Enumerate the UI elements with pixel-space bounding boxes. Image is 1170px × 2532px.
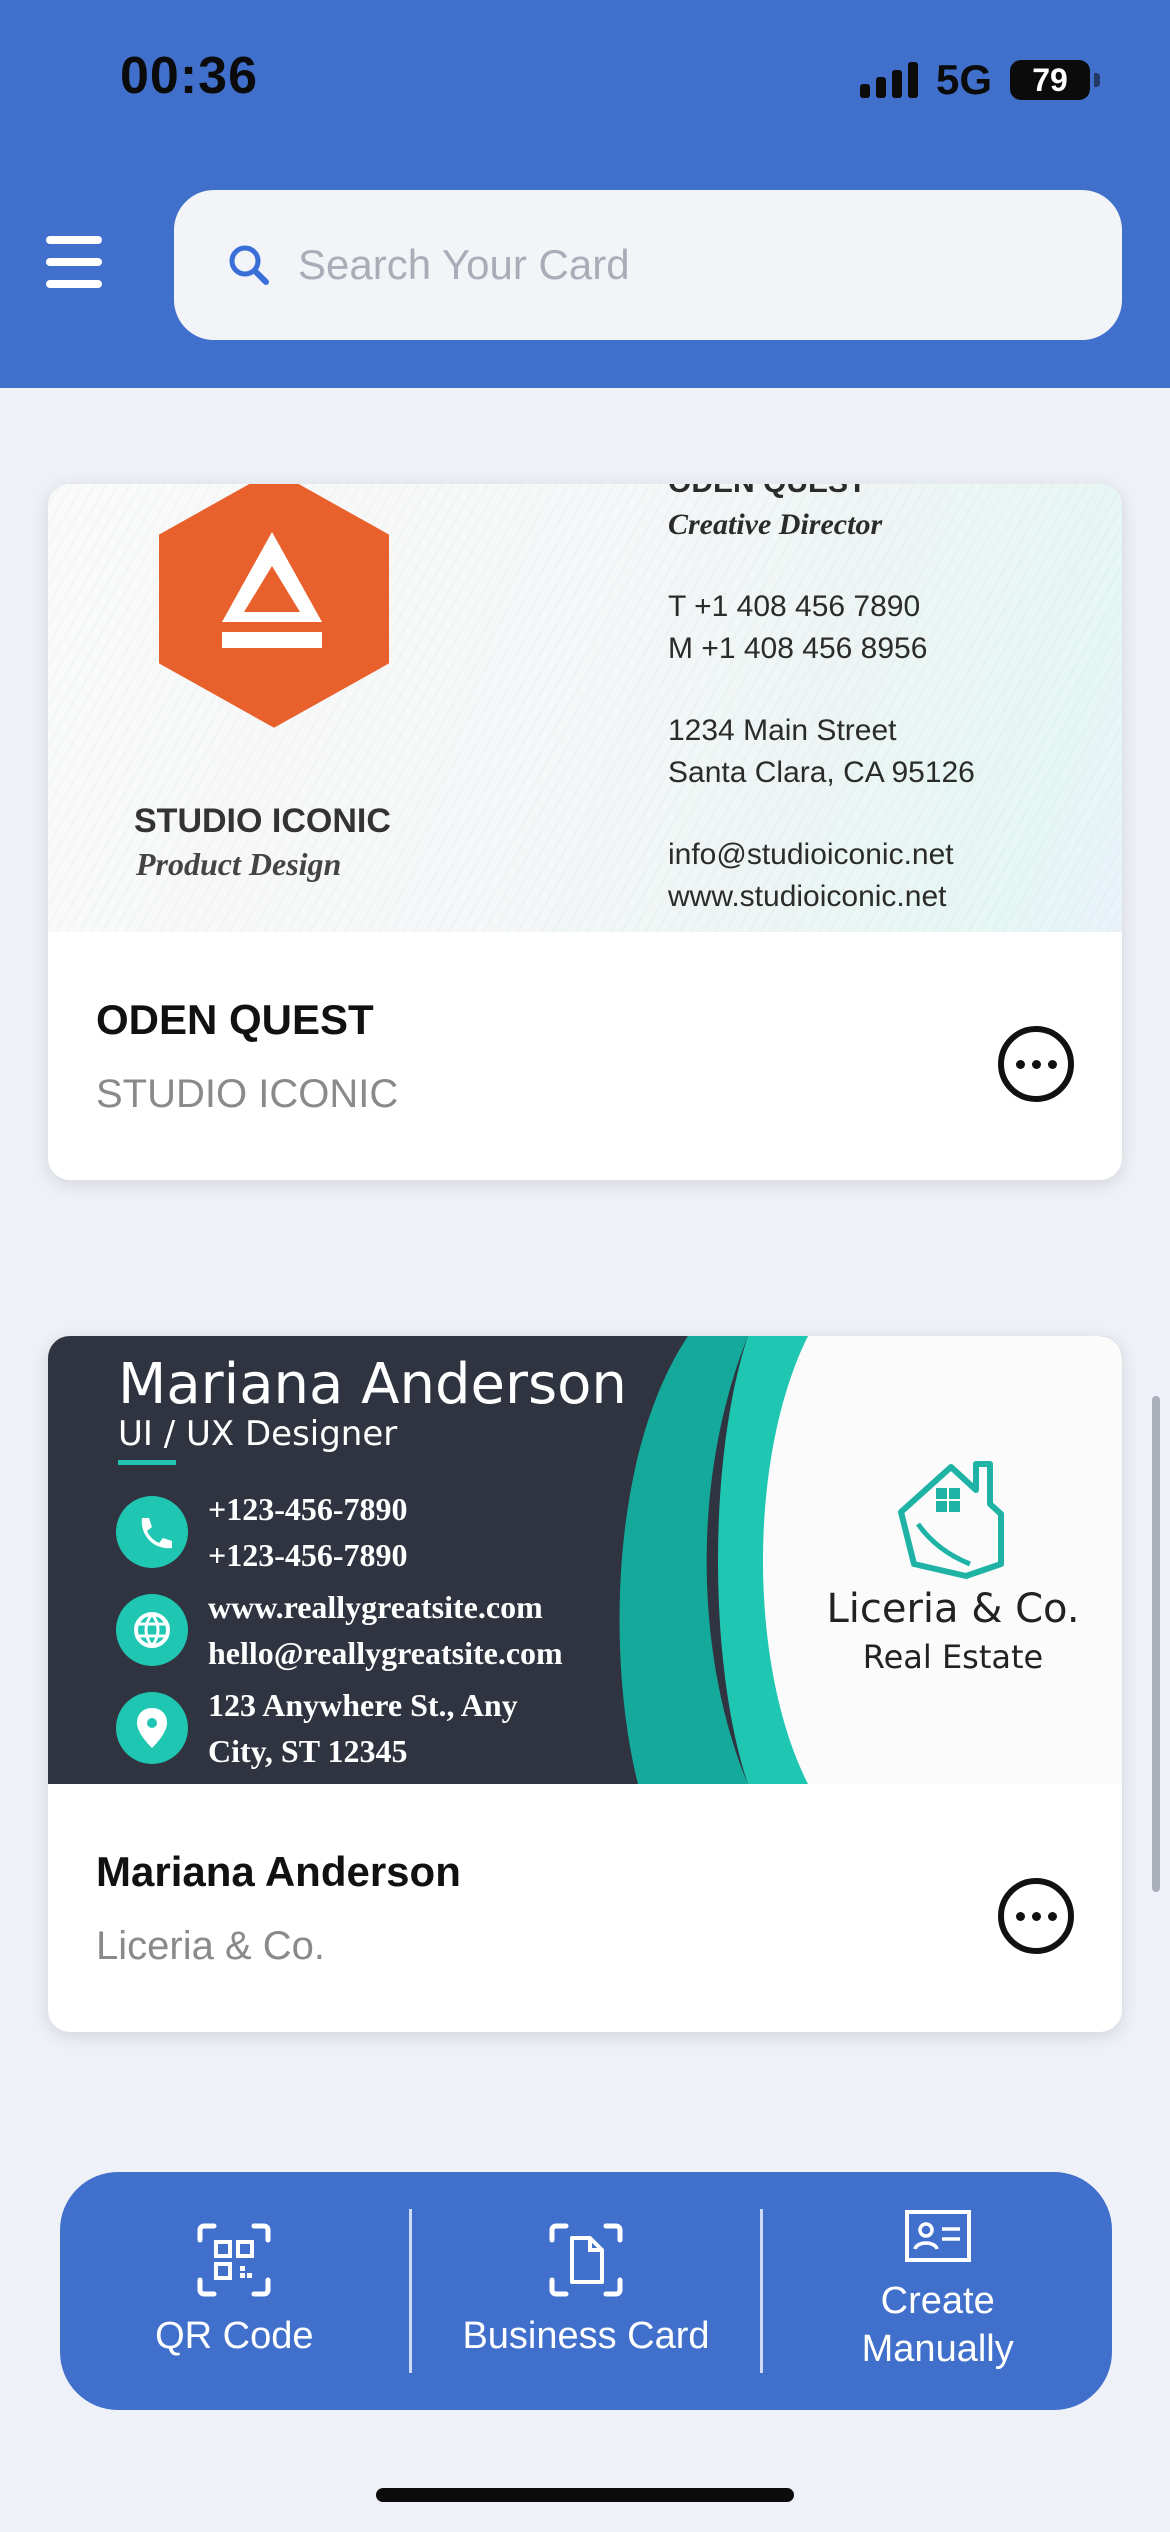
studio-logo-icon xyxy=(222,532,322,648)
card-contact-name: Mariana Anderson xyxy=(96,1848,461,1895)
card-web-text: www.reallygreatsite.com xyxy=(208,1589,543,1625)
logo-name-text: Liceria & Co. xyxy=(826,1586,1080,1632)
card-name-text: Mariana Anderson xyxy=(118,1352,627,1417)
globe-icon xyxy=(116,1594,188,1666)
business-card-label: Business Card xyxy=(462,2315,710,2357)
card-address-line: 1234 Main Street xyxy=(668,714,897,747)
search-bar[interactable] xyxy=(174,190,1122,340)
status-time: 00:36 xyxy=(120,47,258,105)
card-role-text: UI / UX Designer xyxy=(118,1414,398,1454)
card-phone-row: +123-456-7890 +123-456-7890 xyxy=(116,1486,408,1578)
menu-button[interactable] xyxy=(46,234,102,290)
bottom-action-bar: QR Code Business Card Create Manually xyxy=(60,2172,1112,2410)
divider xyxy=(118,1460,176,1465)
card-web-text: www.studioiconic.net xyxy=(668,880,947,913)
contact-card-icon xyxy=(904,2210,971,2262)
status-indicators: 5G 79 xyxy=(859,56,1100,104)
hamburger-icon xyxy=(46,236,102,244)
card-company-name: Liceria & Co. xyxy=(96,1924,325,1968)
card-mobile-text: M +1 408 456 8956 xyxy=(668,632,928,665)
card-address-line: Santa Clara, CA 95126 xyxy=(668,756,975,789)
search-input[interactable] xyxy=(298,241,1058,289)
app-header: 00:36 5G 79 xyxy=(0,0,1170,388)
card-address-line: City, ST 12345 xyxy=(208,1733,408,1769)
create-manually-button[interactable]: Create Manually xyxy=(763,2172,1112,2410)
more-icon xyxy=(1015,1911,1025,1921)
search-icon xyxy=(229,245,269,285)
card-info: Mariana Anderson Liceria & Co. xyxy=(48,1784,1122,2032)
home-indicator[interactable] xyxy=(376,2488,794,2502)
card-address-line: 123 Anywhere St., Any xyxy=(208,1687,518,1723)
card-role-text: Creative Director xyxy=(668,508,883,541)
card-contact-block: ODEN QUEST Creative Director T +1 408 45… xyxy=(668,484,975,918)
house-logo-icon xyxy=(898,1461,1004,1579)
business-card-item[interactable]: Mariana Anderson UI / UX Designer +123-4… xyxy=(48,1336,1122,2032)
signal-icon xyxy=(859,62,918,98)
card-name-text: ODEN QUEST xyxy=(668,484,975,504)
phone-icon xyxy=(116,1496,188,1568)
business-card-button[interactable]: Business Card xyxy=(412,2172,761,2410)
logo-subtitle-text: Real Estate xyxy=(862,1638,1044,1676)
scrollbar[interactable] xyxy=(1152,1396,1160,1892)
qr-code-button[interactable]: QR Code xyxy=(60,2172,409,2410)
card-phone-text: +123-456-7890 xyxy=(208,1537,408,1573)
card-phone-text: +123-456-7890 xyxy=(208,1491,408,1527)
card-phone-text: T +1 408 456 7890 xyxy=(668,590,921,623)
card-address-row: 123 Anywhere St., Any City, ST 12345 xyxy=(116,1682,518,1774)
card-web-row: www.reallygreatsite.com hello@reallygrea… xyxy=(116,1584,563,1676)
card-brand-text: STUDIO ICONIC xyxy=(134,802,391,840)
location-pin-icon xyxy=(116,1692,188,1764)
create-manually-label: Create Manually xyxy=(861,2280,1014,2370)
document-scan-icon xyxy=(549,2223,623,2297)
card-tagline-text: Product Design xyxy=(136,846,342,882)
more-icon xyxy=(1015,1059,1025,1069)
card-email-text: info@studioiconic.net xyxy=(668,838,954,871)
qr-code-icon xyxy=(197,2223,271,2297)
card-company-name: STUDIO ICONIC xyxy=(96,1072,399,1116)
more-options-button[interactable] xyxy=(998,1878,1074,1954)
card-contact-name: ODEN QUEST xyxy=(96,996,374,1043)
card-image[interactable]: STUDIO ICONIC Product Design ODEN QUEST … xyxy=(48,484,1122,932)
card-email-text: hello@reallygreatsite.com xyxy=(208,1635,563,1671)
battery-icon: 79 xyxy=(1010,60,1100,100)
network-type: 5G xyxy=(935,56,992,103)
card-info: ODEN QUEST STUDIO ICONIC xyxy=(48,932,1122,1180)
business-card-item[interactable]: STUDIO ICONIC Product Design ODEN QUEST … xyxy=(48,484,1122,1180)
qr-code-label: QR Code xyxy=(155,2315,314,2357)
more-options-button[interactable] xyxy=(998,1026,1074,1102)
card-image[interactable]: Mariana Anderson UI / UX Designer +123-4… xyxy=(48,1336,1122,1784)
